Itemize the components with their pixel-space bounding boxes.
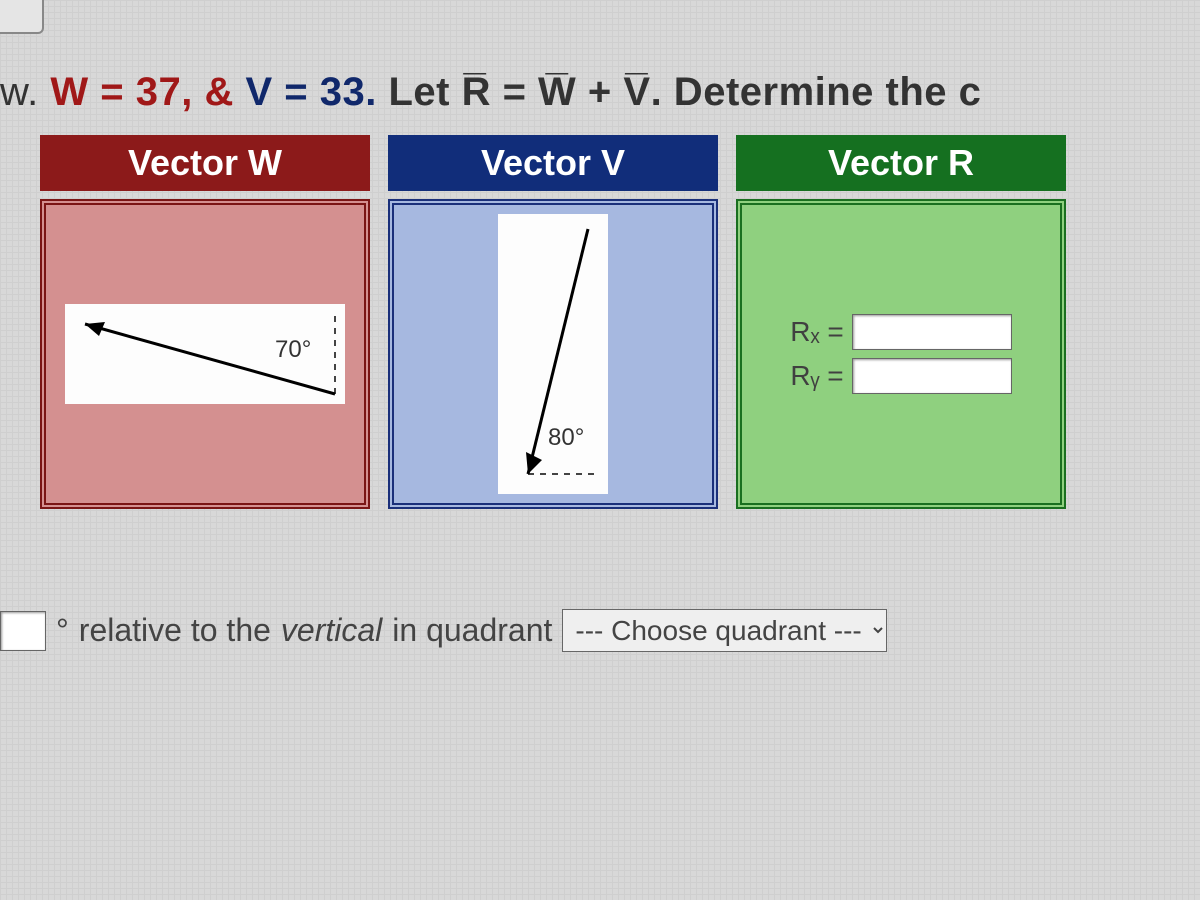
arrow-v-svg	[498, 214, 608, 494]
quadrant-select[interactable]: --- Choose quadrant ---	[562, 609, 887, 652]
problem-rest: Let R̅ = W̅ + V̅. Determine the c	[377, 70, 982, 114]
ry-row: Rᵧ =	[790, 358, 1011, 394]
panel-vector-w: Vector W 70°	[40, 135, 370, 509]
w-magnitude: W = 37,	[50, 70, 192, 114]
ampersand: &	[193, 70, 246, 114]
bottom-text-2: in quadrant	[392, 612, 552, 649]
direction-row: ° relative to the vertical in quadrant -…	[0, 609, 1200, 652]
degree-symbol: °	[56, 612, 69, 649]
v-magnitude: V = 33.	[245, 70, 376, 114]
bottom-vertical-word: vertical	[281, 612, 382, 649]
panel-vector-r: Vector R Rₓ = Rᵧ =	[736, 135, 1066, 509]
angle-v-label: 80°	[548, 424, 584, 452]
page-tab-corner	[0, 0, 44, 34]
header-vector-r: Vector R	[736, 135, 1066, 191]
bottom-text-1: relative to the	[79, 612, 271, 649]
ry-input[interactable]	[852, 358, 1012, 394]
rx-row: Rₓ =	[790, 314, 1012, 350]
diagram-vector-v: 80°	[388, 199, 718, 509]
angle-input[interactable]	[0, 611, 46, 651]
rx-input[interactable]	[852, 314, 1012, 350]
problem-prefix: w.	[0, 70, 50, 114]
angle-w-label: 70°	[275, 336, 311, 364]
diagram-vector-w: 70°	[40, 199, 370, 509]
header-vector-w: Vector W	[40, 135, 370, 191]
header-vector-v: Vector V	[388, 135, 718, 191]
result-vector-r: Rₓ = Rᵧ =	[736, 199, 1066, 509]
rx-label: Rₓ =	[790, 316, 844, 348]
ry-label: Rᵧ =	[790, 360, 843, 392]
vector-panels: Vector W 70° Vector V	[0, 135, 1200, 509]
panel-vector-v: Vector V 80°	[388, 135, 718, 509]
problem-statement: w. W = 37, & V = 33. Let R̅ = W̅ + V̅. D…	[0, 40, 1200, 135]
